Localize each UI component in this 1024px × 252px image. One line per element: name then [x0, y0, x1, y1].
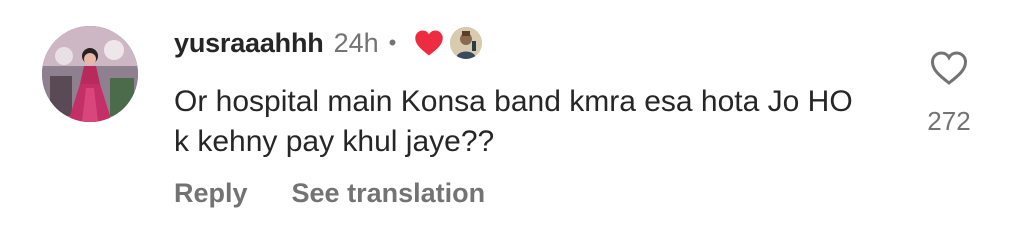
comment-header: yusraaahhh 24h •	[174, 26, 483, 60]
avatar[interactable]	[42, 26, 138, 122]
creator-liked-badge	[414, 27, 483, 59]
comment-row: yusraaahhh 24h • Or hospital main Konsa …	[0, 0, 1024, 252]
creator-avatar-image	[450, 27, 483, 59]
separator-dot: •	[388, 30, 397, 55]
comment-actions: Reply See translation	[174, 178, 485, 209]
comment-text: Or hospital main Konsa band kmra esa hot…	[174, 85, 853, 158]
creator-avatar	[450, 27, 483, 59]
heart-filled-icon	[415, 30, 444, 56]
like-count: 272	[927, 106, 971, 136]
username[interactable]: yusraaahhh	[174, 28, 324, 59]
see-translation-button[interactable]: See translation	[292, 178, 486, 209]
avatar-image	[42, 26, 138, 122]
timestamp: 24h	[333, 27, 379, 58]
like-area: 272	[922, 50, 976, 137]
heart-outline-icon[interactable]	[929, 50, 969, 86]
reply-button[interactable]: Reply	[174, 178, 248, 209]
